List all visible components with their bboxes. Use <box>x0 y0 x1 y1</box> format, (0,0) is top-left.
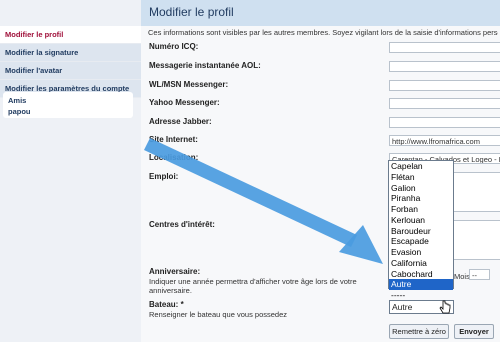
submit-button[interactable]: Envoyer <box>454 324 494 339</box>
yahoo-input[interactable] <box>389 98 500 109</box>
yahoo-label: Yahoo Messenger: <box>149 98 220 107</box>
dropdown-option[interactable]: Piranha <box>389 193 453 204</box>
occupation-label: Emploi: <box>149 172 179 181</box>
dropdown-option[interactable]: Capelan <box>389 161 453 172</box>
dropdown-option[interactable]: Cabochard <box>389 269 453 280</box>
boat-select[interactable]: Autre <box>389 300 454 314</box>
nav-edit-signature[interactable]: Modifier la signature <box>0 44 141 62</box>
dropdown-option[interactable]: Baroudeur <box>389 226 453 237</box>
location-label: Localisation: <box>149 153 199 162</box>
birthday-label: Anniversaire: <box>149 267 201 276</box>
birthday-year-select[interactable]: -- <box>469 269 490 280</box>
boat-dropdown-list[interactable]: Capelan Flétan Galion Piranha Forban Ker… <box>388 160 454 300</box>
msn-input[interactable] <box>389 80 500 91</box>
nav-edit-profile[interactable]: Modifier le profil <box>0 26 141 44</box>
aol-label: Messagerie instantanée AOL: <box>149 61 261 70</box>
boat-label: Bateau: * <box>149 300 184 309</box>
dropdown-option[interactable]: Kerlouan <box>389 215 453 226</box>
left-sidebar: Modifier le profil Modifier la signature… <box>0 0 141 342</box>
icq-label: Numéro ICQ: <box>149 42 199 51</box>
dropdown-option[interactable]: Forban <box>389 204 453 215</box>
website-input[interactable]: http://www.lfromafrica.com <box>389 135 500 146</box>
website-label: Site Internet: <box>149 135 198 144</box>
profile-nav: Modifier le profil Modifier la signature… <box>0 26 141 98</box>
interests-label: Centres d'intérêt: <box>149 220 215 229</box>
dropdown-option[interactable]: California <box>389 258 453 269</box>
dropdown-option[interactable]: Evasion <box>389 247 453 258</box>
intro-text: Ces informations sont visibles par les a… <box>148 28 498 37</box>
aol-input[interactable] <box>389 61 500 72</box>
boat-select-value: Autre <box>392 302 413 312</box>
friends-heading: Amis <box>8 96 27 105</box>
dropdown-option[interactable]: Galion <box>389 183 453 194</box>
nav-edit-avatar[interactable]: Modifier l'avatar <box>0 62 141 80</box>
jabber-label: Adresse Jabber: <box>149 117 212 126</box>
icq-input[interactable] <box>389 42 500 53</box>
dropdown-option[interactable]: Escapade <box>389 236 453 247</box>
dropdown-option[interactable]: Flétan <box>389 172 453 183</box>
msn-label: WL/MSN Messenger: <box>149 80 229 89</box>
page-header: Modifier le profil <box>141 0 500 26</box>
boat-help: Renseigner le bateau que vous possedez <box>149 310 288 319</box>
dropdown-option-highlighted[interactable]: Autre <box>389 279 453 290</box>
reset-button[interactable]: Remettre à zéro <box>389 324 449 339</box>
friends-box: Amis papou <box>3 92 133 118</box>
friend-link[interactable]: papou <box>8 106 128 117</box>
page-title: Modifier le profil <box>149 5 234 19</box>
jabber-input[interactable] <box>389 117 500 128</box>
birthday-help: Indiquer une année permettra d'afficher … <box>149 277 357 295</box>
